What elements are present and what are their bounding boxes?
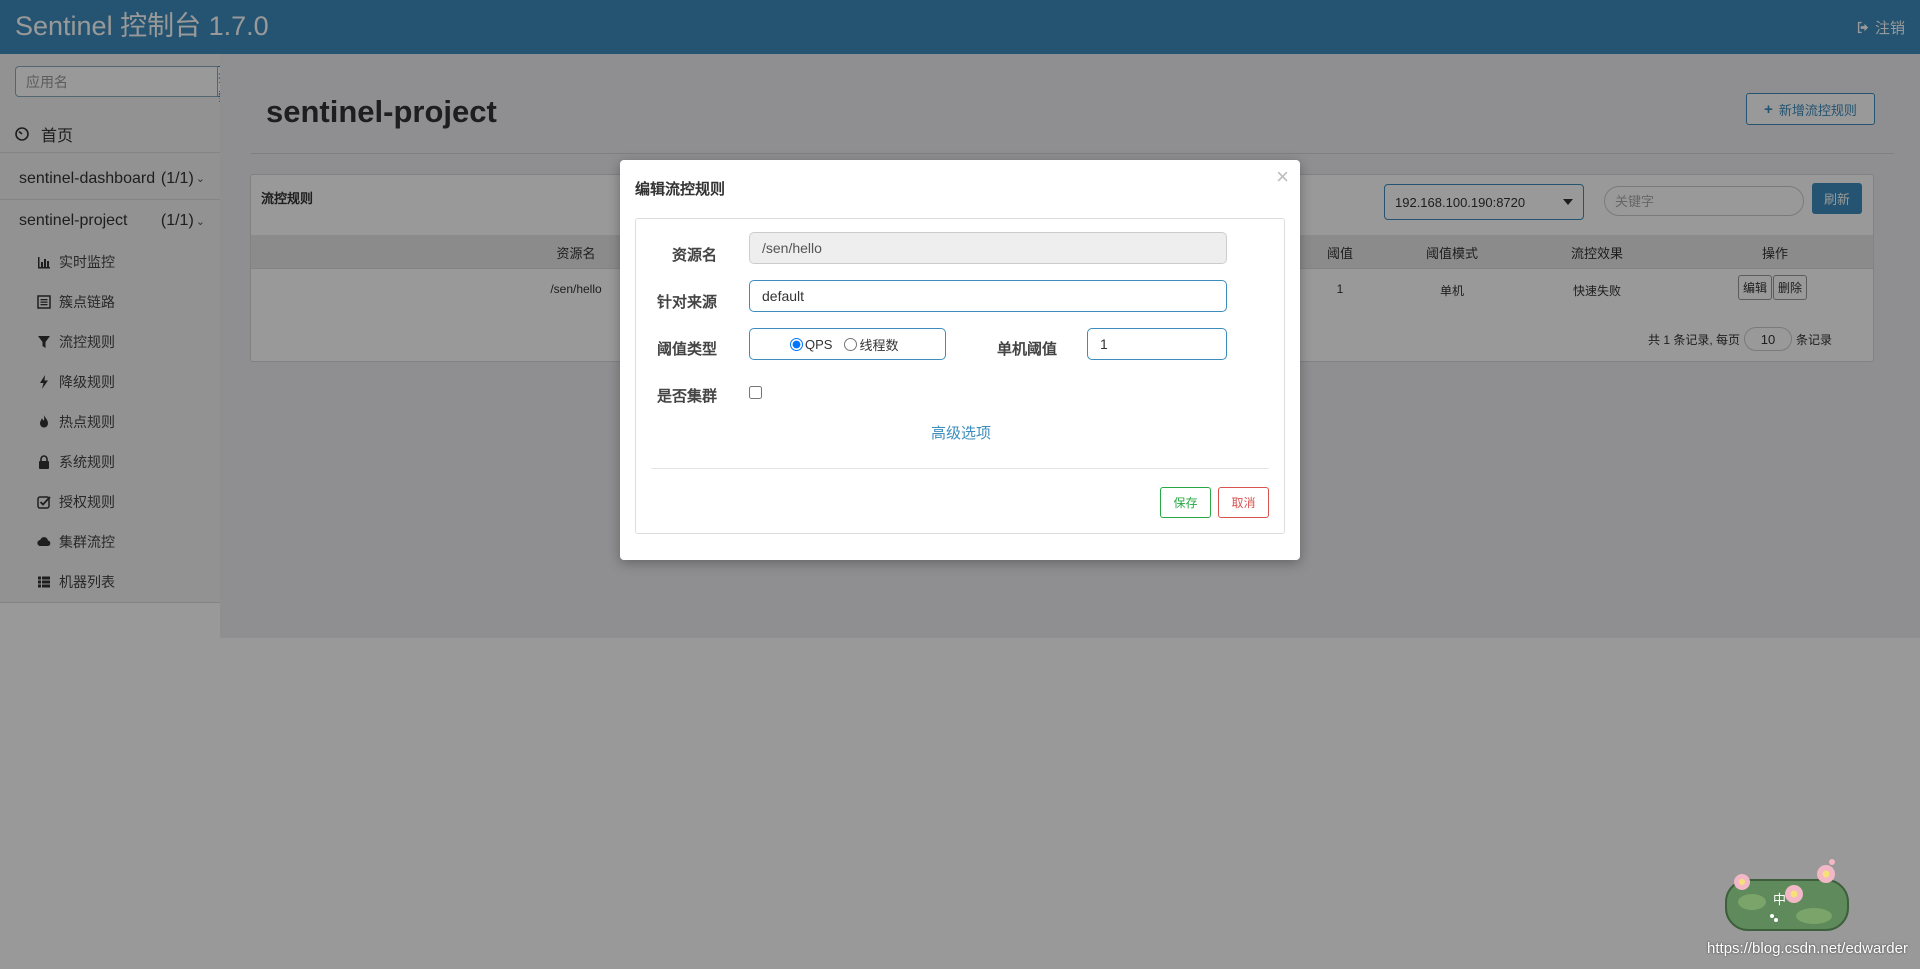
edit-flow-rule-modal: 编辑流控规则 × 资源名 针对来源 阈值类型 QPS 线程数 单机阈值 是否集群… (620, 160, 1300, 560)
resource-name-field[interactable] (749, 232, 1227, 264)
grade-option-qps[interactable]: QPS (790, 337, 832, 352)
grade-radio-group: QPS 线程数 (749, 328, 946, 360)
limit-app-field[interactable] (749, 280, 1227, 312)
modal-form: 资源名 针对来源 阈值类型 QPS 线程数 单机阈值 是否集群 高级选项 保存 … (635, 218, 1285, 534)
grade-label: 阈值类型 (657, 341, 718, 358)
close-icon[interactable]: × (1276, 164, 1289, 190)
qps-radio[interactable] (790, 337, 803, 351)
grade-option-thread[interactable]: 线程数 (844, 335, 898, 354)
lotus-sticker-image: 中 (1725, 859, 1849, 931)
modal-title: 编辑流控规则 (635, 181, 726, 198)
resource-label: 资源名 (672, 247, 718, 264)
threshold-count-field[interactable] (1087, 328, 1227, 360)
thread-count-radio-label: 线程数 (859, 337, 899, 353)
limit-app-label: 针对来源 (657, 294, 718, 311)
count-label: 单机阈值 (997, 341, 1058, 358)
qps-radio-label: QPS (805, 336, 833, 352)
cancel-button[interactable]: 取消 (1218, 487, 1269, 518)
save-button[interactable]: 保存 (1160, 487, 1211, 518)
modal-footer-divider (651, 468, 1269, 469)
cluster-mode-checkbox[interactable] (749, 386, 762, 399)
sticker-char: 中 (1773, 893, 1786, 908)
watermark-url: https://blog.csdn.net/edwarder (1707, 940, 1908, 957)
advanced-options-link[interactable]: 高级选项 (636, 422, 1286, 443)
cluster-label: 是否集群 (657, 388, 718, 405)
thread-count-radio[interactable] (844, 337, 858, 351)
